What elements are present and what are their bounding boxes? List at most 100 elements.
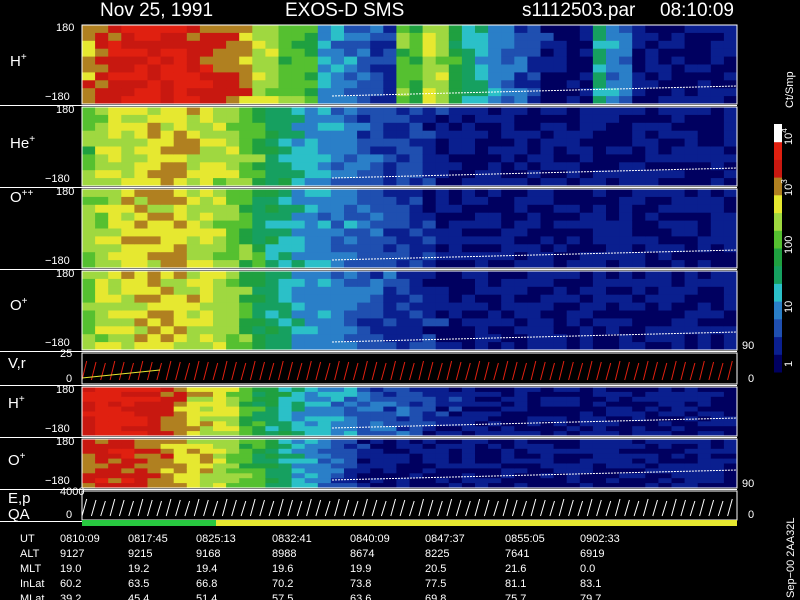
heatmap-cell (658, 401, 672, 407)
heatmap-cell (265, 278, 279, 288)
colorbar-label: 100 (783, 236, 795, 254)
heatmap-cell (291, 294, 306, 303)
heatmap-cell (723, 244, 738, 253)
heatmap-cell (160, 64, 175, 73)
heatmap-cell (671, 387, 685, 393)
heatmap-cell (658, 72, 672, 81)
heatmap-cell (619, 294, 633, 303)
heatmap-cell (291, 114, 306, 124)
heatmap-cell (566, 130, 581, 139)
heatmap-cell (396, 40, 410, 50)
heatmap-cell (147, 220, 161, 229)
heatmap-cell (173, 212, 188, 221)
heatmap-cell (619, 80, 633, 89)
heatmap-cell (252, 48, 266, 57)
heatmap-cell (461, 122, 476, 132)
heatmap-cell (213, 406, 227, 412)
heatmap-cell (606, 25, 620, 34)
heatmap-cell (344, 48, 358, 57)
heatmap-cell (213, 278, 227, 288)
heatmap-cell (448, 426, 463, 432)
heatmap-cell (344, 458, 358, 464)
heatmap-cell (579, 260, 594, 269)
heatmap-cell (645, 64, 659, 73)
heatmap-cell (173, 396, 188, 403)
panel-label: O++ (10, 188, 34, 206)
heatmap-cell (606, 220, 620, 229)
heatmap-cell (488, 310, 502, 319)
heatmap-cell (265, 396, 279, 403)
heatmap-cell (226, 302, 240, 311)
heatmap-cell (304, 406, 319, 412)
heatmap-cell (278, 387, 292, 393)
heatmap-cell (566, 302, 581, 311)
heatmap-cell (199, 196, 214, 206)
heatmap-cell (527, 204, 541, 214)
heatmap-cell (383, 401, 397, 407)
heatmap-cell (632, 286, 646, 296)
heatmap-cell (160, 416, 175, 422)
heatmap-cell (632, 271, 646, 280)
heatmap-cell (619, 278, 633, 288)
heatmap-cell (82, 406, 96, 412)
heatmap-cell (632, 439, 646, 445)
heatmap-cell (134, 421, 148, 427)
heatmap-cell (304, 334, 319, 343)
heatmap-cell (121, 294, 135, 303)
heatmap-cell (540, 88, 554, 97)
heatmap-cell (213, 260, 227, 269)
heatmap-cell (422, 114, 437, 124)
heatmap-cell (579, 107, 594, 116)
heatmap-cell (658, 334, 672, 343)
heatmap-cell (606, 196, 620, 206)
heatmap-cell (488, 426, 502, 432)
heatmap-cell (592, 396, 607, 403)
heatmap-cell (645, 334, 659, 343)
panel-label: H+ (8, 394, 25, 412)
heatmap-cell (697, 56, 712, 65)
heatmap-cell (645, 72, 659, 81)
heatmap-cell (592, 406, 607, 412)
heatmap-cell (199, 204, 214, 214)
heatmap-cell (82, 64, 96, 73)
heatmap-cell (422, 260, 437, 269)
heatmap-cell (723, 401, 738, 407)
heatmap-cell (501, 406, 515, 412)
heatmap-cell (134, 72, 148, 81)
heatmap-cell (357, 220, 371, 229)
heatmap-cell (330, 260, 345, 269)
heatmap-cell (199, 178, 214, 187)
heatmap-cell (396, 302, 410, 311)
heatmap-cell (671, 342, 685, 351)
heatmap-cell (357, 32, 371, 42)
heatmap-cell (278, 326, 292, 335)
heatmap-cell (540, 334, 554, 343)
heatmap-cell (475, 178, 489, 187)
heatmap-cell (475, 411, 489, 417)
heatmap-cell (278, 56, 292, 65)
heatmap-cell (383, 334, 397, 343)
heatmap-cell (199, 130, 214, 139)
heatmap-cell (134, 170, 148, 179)
heatmap-cell (82, 453, 96, 459)
heatmap-cell (723, 286, 738, 296)
heatmap-cell (147, 236, 161, 245)
heatmap-cell (409, 260, 423, 269)
heatmap-cell (239, 334, 253, 343)
heatmap-cell (592, 421, 607, 427)
heatmap-cell (710, 130, 725, 139)
heatmap-cell (95, 170, 109, 179)
heatmap-cell (344, 130, 358, 139)
heatmap-cell (160, 138, 175, 147)
heatmap-cell (514, 64, 528, 73)
heatmap-cell (501, 138, 515, 147)
heatmap-cell (82, 443, 96, 450)
heatmap-cell (213, 387, 227, 393)
heatmap-cell (540, 326, 554, 335)
heatmap-cell (239, 162, 253, 171)
heatmap-cell (592, 64, 607, 73)
heatmap-cell (370, 72, 384, 81)
heatmap-cell (501, 154, 515, 163)
heatmap-cell (134, 56, 148, 65)
heatmap-cell (553, 286, 568, 296)
